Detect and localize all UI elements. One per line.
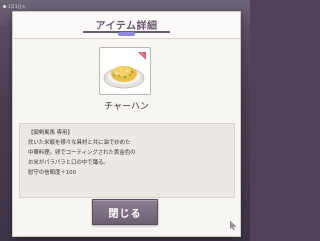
close-button[interactable]: 閉じる xyxy=(92,199,158,225)
item-name: チャーハン xyxy=(104,102,149,112)
description-line: 炊いた米飯を様々な具材と共に油で炒めた xyxy=(28,140,131,146)
status-dot-icon xyxy=(3,5,6,8)
cursor-icon xyxy=(230,221,237,230)
item-description: 【御剣風馬 専用】 炊いた米飯を様々な具材と共に油で炒めた 中華料理。卵でコーテ… xyxy=(19,123,235,198)
fried-rice-icon xyxy=(103,51,147,89)
description-line: 中華料理。卵でコーティングされた黄金色の xyxy=(28,150,136,156)
title-ornament xyxy=(118,32,135,36)
item-detail-dialog: アイテム詳細 チャーハン 【御剣風馬 専用】 炊いた米飯を様々な具材と共に油で炒… xyxy=(12,11,241,237)
description-line: 慰守の信頼度＋100 xyxy=(28,170,77,176)
close-button-label: 閉じる xyxy=(108,209,142,220)
dialog-title: アイテム詳細 xyxy=(95,21,158,32)
status-text: 1月1日火 xyxy=(8,4,27,9)
description-line: 【御剣風馬 専用】 xyxy=(28,130,73,136)
description-line: お米がパラパラと口の中で踊る。 xyxy=(28,160,109,166)
dialog-header: アイテム詳細 xyxy=(13,12,240,39)
item-image-frame xyxy=(99,47,151,95)
